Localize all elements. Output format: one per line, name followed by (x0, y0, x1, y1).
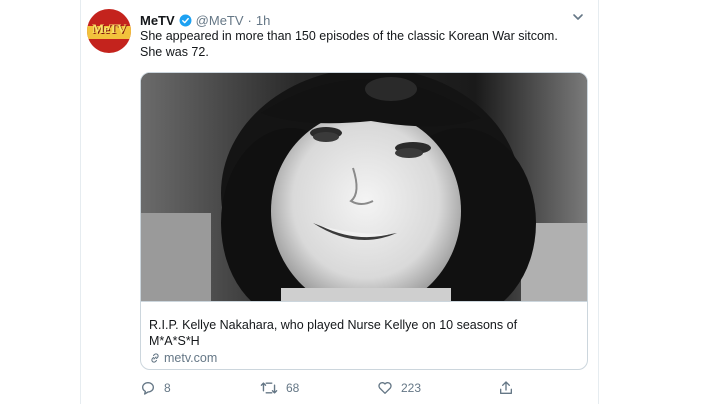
share-icon (500, 381, 512, 394)
verified-icon (179, 14, 192, 26)
author-name[interactable]: MeTV (140, 13, 175, 28)
avatar[interactable]: MeTV (87, 9, 131, 53)
tweet-timestamp[interactable]: 1h (256, 13, 270, 28)
link-card[interactable]: R.I.P. Kellye Nakahara, who played Nurse… (140, 72, 588, 370)
retweet-icon (260, 382, 278, 394)
link-icon (151, 353, 159, 363)
timeline-divider-right (598, 0, 599, 404)
like-count: 223 (401, 381, 422, 395)
card-domain-text: metv.com (164, 351, 218, 365)
card-domain: metv.com (149, 351, 217, 365)
tweet-text-line: She was 72. (140, 45, 209, 59)
chevron-down-icon[interactable] (572, 11, 584, 23)
retweet-count: 68 (286, 381, 300, 395)
reply-icon (142, 382, 154, 395)
like-button[interactable]: 223 (377, 380, 421, 396)
tweet-header: MeTV @MeTV · 1h (140, 10, 270, 30)
card-divider (141, 301, 587, 302)
separator-dot: · (247, 12, 252, 28)
share-button[interactable] (498, 380, 522, 396)
retweet-button[interactable]: 68 (260, 380, 299, 396)
tweet-container[interactable]: MeTV MeTV @MeTV · 1h She appeared in mor… (0, 0, 720, 404)
tweet-text: She appeared in more than 150 episodes o… (140, 28, 590, 60)
tweet-text-line: She appeared in more than 150 episodes o… (140, 29, 558, 43)
reply-button[interactable]: 8 (140, 380, 171, 396)
reply-count: 8 (164, 381, 171, 395)
like-icon (378, 382, 392, 394)
card-title-line: M*A*S*H (149, 334, 200, 348)
card-title-line: R.I.P. Kellye Nakahara, who played Nurse… (149, 318, 518, 332)
card-title: R.I.P. Kellye Nakahara, who played Nurse… (149, 317, 579, 349)
author-handle[interactable]: @MeTV (196, 13, 244, 28)
avatar-logo: MeTV (91, 21, 127, 36)
timeline-divider-left (80, 0, 81, 404)
tweet-actions: 8 68 223 (140, 380, 540, 402)
card-photo (141, 73, 587, 301)
